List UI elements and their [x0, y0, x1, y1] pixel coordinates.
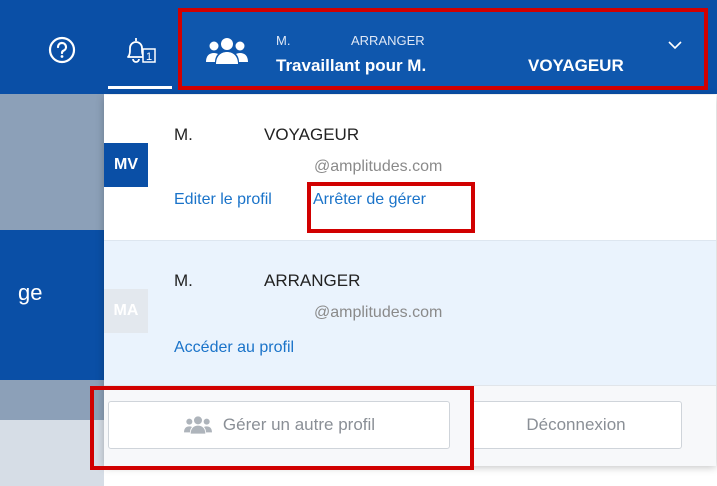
- logout-label: Déconnexion: [526, 415, 626, 434]
- active-tab-indicator: [108, 86, 172, 89]
- own-profile-lastname: ARRANGER: [264, 271, 361, 290]
- managed-profile-title: M.: [174, 125, 193, 144]
- managed-profile-card: MV M. VOYAGEUR @amplitudes.com Editer le…: [104, 95, 716, 240]
- access-profile-link[interactable]: Accéder au profil: [174, 339, 294, 357]
- dropdown-footer: Gérer un autre profil Déconnexion: [104, 385, 716, 466]
- own-profile-title: M.: [174, 271, 193, 290]
- top-navigation-bar: 1 M. ARRANGER Travaillant pour M. VOYAGE…: [0, 0, 717, 94]
- manage-another-profile-button[interactable]: Gérer un autre profil: [108, 401, 450, 449]
- logout-button[interactable]: Déconnexion: [470, 401, 682, 449]
- account-switcher-button[interactable]: M. ARRANGER Travaillant pour M. VOYAGEUR: [178, 8, 708, 90]
- managed-profile-avatar: MV: [104, 143, 148, 187]
- own-profile-email: @amplitudes.com: [314, 304, 443, 321]
- notification-count: 1: [146, 51, 152, 63]
- page-heading-fragment: ge: [18, 280, 43, 305]
- own-profile-name: M. ARRANGER: [174, 271, 360, 291]
- working-for-target: VOYAGEUR: [528, 56, 624, 75]
- page-banner: [0, 230, 104, 380]
- stop-managing-link[interactable]: Arrêter de gérer: [313, 191, 426, 209]
- own-profile-avatar: MA: [104, 289, 148, 333]
- chevron-down-icon: [668, 41, 682, 50]
- notifications-button[interactable]: 1: [107, 10, 173, 90]
- arranger-title: M.: [276, 33, 291, 48]
- working-for-label: Travaillant pour M. VOYAGEUR: [276, 56, 624, 76]
- account-dropdown-menu: MV M. VOYAGEUR @amplitudes.com Editer le…: [104, 95, 716, 466]
- users-icon: [183, 416, 212, 434]
- working-for-text: Travaillant pour M.: [276, 56, 427, 75]
- edit-profile-link[interactable]: Editer le profil: [174, 191, 272, 209]
- own-profile-card: MA M. ARRANGER @amplitudes.com Accéder a…: [104, 240, 716, 386]
- question-circle-icon: [48, 36, 76, 64]
- help-button[interactable]: [20, 10, 104, 90]
- managed-profile-email: @amplitudes.com: [314, 158, 443, 175]
- arranger-role: ARRANGER: [351, 33, 425, 48]
- managed-profile-name: M. VOYAGEUR: [174, 125, 359, 145]
- manage-another-profile-label: Gérer un autre profil: [222, 415, 376, 434]
- managed-profile-lastname: VOYAGEUR: [264, 125, 360, 144]
- page-lower-section: [0, 420, 104, 486]
- arranger-identity: M. ARRANGER: [276, 33, 425, 48]
- users-icon: [206, 38, 248, 64]
- bell-icon: 1: [127, 38, 156, 63]
